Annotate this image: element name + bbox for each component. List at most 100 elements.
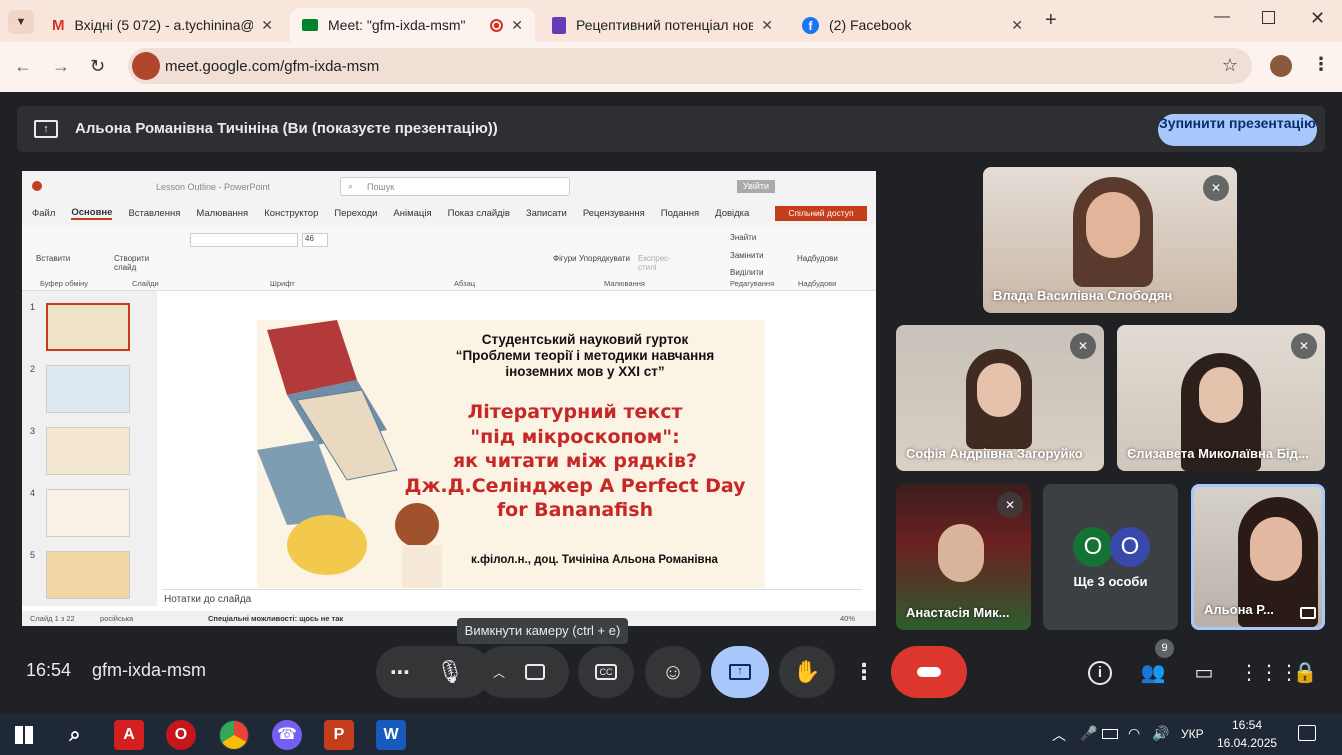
find-button[interactable]: Знайти [730,233,756,242]
captions-button[interactable]: CC [578,646,634,698]
slide-thumb-1[interactable] [46,303,130,351]
paste-button[interactable]: Вставити [36,254,70,263]
people-icon[interactable]: 👥 [1138,658,1168,688]
tab-gmail[interactable]: M Вхідні (5 072) - a.tychinina@chi ✕ [40,8,285,42]
chat-icon[interactable]: ▭ [1189,658,1219,688]
acrobat-icon[interactable]: A [114,720,144,750]
host-controls-icon[interactable]: 🔒 [1290,658,1320,688]
notifications-icon[interactable] [1298,725,1316,741]
close-tab-icon[interactable]: ✕ [1011,17,1023,34]
ppt-search-box[interactable]: ⌕ Пошук [340,177,570,196]
menu-slideshow[interactable]: Показ слайдів [448,208,510,219]
tab-forms[interactable]: Рецептивний потенціал новел ✕ [540,8,785,42]
forward-icon[interactable]: → [52,56,70,77]
menu-insert[interactable]: Вставлення [128,208,180,219]
forms-icon [552,16,566,34]
camera-button[interactable]: ︿ [477,646,569,698]
restore-icon[interactable] [1262,11,1275,24]
site-info-icon[interactable] [132,52,160,80]
current-slide[interactable]: Студентський науковий гурток “Проблеми т… [257,320,765,588]
menu-file[interactable]: Файл [32,208,55,219]
powerpoint-taskbar-icon[interactable]: P [324,720,354,750]
select-button[interactable]: Виділити [730,268,764,277]
addins-button[interactable]: Надбудови [797,254,838,263]
battery-icon[interactable] [1102,729,1118,739]
close-tab-icon[interactable]: ✕ [511,17,523,34]
word-icon[interactable]: W [376,720,406,750]
menu-design[interactable]: Конструктор [264,208,318,219]
profile-avatar[interactable] [1270,55,1292,77]
stop-presenting-button[interactable]: Зупинити презентацію [1158,114,1317,146]
share-button[interactable]: Спільний доступ [775,206,867,221]
windows-start-icon[interactable] [15,726,33,744]
reload-icon[interactable]: ↻ [90,56,105,77]
participant-tile[interactable]: ✕ Єлизавета Миколаївна Бід... [1117,325,1325,471]
font-family-box[interactable] [190,233,298,247]
new-slide-button[interactable]: Створити слайд [114,254,150,272]
shapes-button[interactable]: Фігури [553,254,577,263]
raise-hand-button[interactable]: ✋ [779,646,835,698]
slide-notes[interactable]: Нотатки до слайда [162,589,862,609]
tray-chevron-icon[interactable]: ︿ [1052,725,1066,745]
menu-transitions[interactable]: Переходи [334,208,377,219]
accessibility-status[interactable]: Спеціальні можливості: щось не так [208,614,343,623]
back-icon[interactable]: ← [14,56,32,77]
participant-face [1086,192,1140,258]
menu-review[interactable]: Рецензування [583,208,645,219]
url-bar[interactable]: meet.google.com/gfm-ixda-msm ☆ [128,48,1252,84]
close-tab-icon[interactable]: ✕ [761,17,773,34]
opera-icon[interactable]: O [166,720,196,750]
slide-thumb-4[interactable] [46,489,130,537]
volume-icon[interactable]: 🔊 [1152,725,1169,742]
menu-draw[interactable]: Малювання [196,208,248,219]
info-icon[interactable]: i [1088,661,1112,685]
arrange-button[interactable]: Упорядкувати [579,254,630,263]
activities-icon[interactable]: ⋮⋮⋮ [1239,658,1299,688]
menu-help[interactable]: Довідка [715,208,749,219]
quick-styles-button[interactable]: Експрес-стилі [638,254,674,272]
chrome-icon[interactable] [219,720,249,750]
more-participants-tile[interactable]: О О Ще 3 особи [1043,484,1178,630]
emoji-button[interactable]: ☺ [645,646,701,698]
ppt-search-placeholder: Пошук [367,182,395,192]
tab-facebook[interactable]: f (2) Facebook ✕ [790,8,1035,42]
viber-icon[interactable]: ☎ [272,720,302,750]
menu-home[interactable]: Основне [71,207,113,220]
taskbar-time[interactable]: 16:54 [1232,718,1262,732]
slide-thumb-3[interactable] [46,427,130,475]
ppt-window-title: Lesson Outline - PowerPoint [156,182,271,192]
close-tab-icon[interactable]: ✕ [261,17,273,34]
more-options-button[interactable]: ⋮ [846,646,882,698]
mic-tray-icon[interactable]: 🎤 [1080,725,1097,742]
font-size-box[interactable]: 46 [302,233,328,247]
present-button[interactable]: ↑ [711,646,769,698]
search-icon[interactable]: ⌕ [60,720,90,750]
taskbar-date[interactable]: 16.04.2025 [1217,736,1277,750]
minimize-icon[interactable]: — [1214,8,1230,26]
wifi-icon[interactable]: ◠ [1128,725,1140,742]
new-tab-icon[interactable]: + [1045,9,1057,32]
keyboard-language[interactable]: УКР [1181,727,1204,741]
participant-tile[interactable]: ✕ Влада Василівна Слободян [983,167,1237,313]
participant-tile[interactable]: ✕ Софія Андріївна Загоруйко [896,325,1104,471]
bookmark-star-icon[interactable]: ☆ [1222,55,1238,76]
leave-call-button[interactable] [891,646,967,698]
slide-thumb-5[interactable] [46,551,130,599]
tab-search-dropdown[interactable]: ▼ [8,10,34,34]
replace-button[interactable]: Замінити [730,251,764,260]
tab-meet[interactable]: Meet: "gfm-ixda-msm" ✕ [290,8,535,42]
participant-tile[interactable]: ✕ Анастасія Мик... [896,484,1031,630]
zoom-level[interactable]: 40% [840,614,855,623]
ppt-signin-button[interactable]: Увійти [737,180,775,193]
menu-view[interactable]: Подання [661,208,699,219]
microphone-icon[interactable]: 🎙 [436,659,464,685]
browser-menu-icon[interactable]: ⋮ [1312,54,1330,75]
slide-thumb-2[interactable] [46,365,130,413]
menu-animations[interactable]: Анімація [393,208,431,219]
more-reactions-button[interactable]: ⋯ 🎙 [376,646,491,698]
chevron-up-icon[interactable]: ︿ [493,664,505,681]
self-view-tile[interactable]: Альона Р... [1191,484,1325,630]
menu-record[interactable]: Записати [526,208,567,219]
pip-icon[interactable] [1300,607,1316,619]
close-window-icon[interactable]: ✕ [1310,8,1325,29]
